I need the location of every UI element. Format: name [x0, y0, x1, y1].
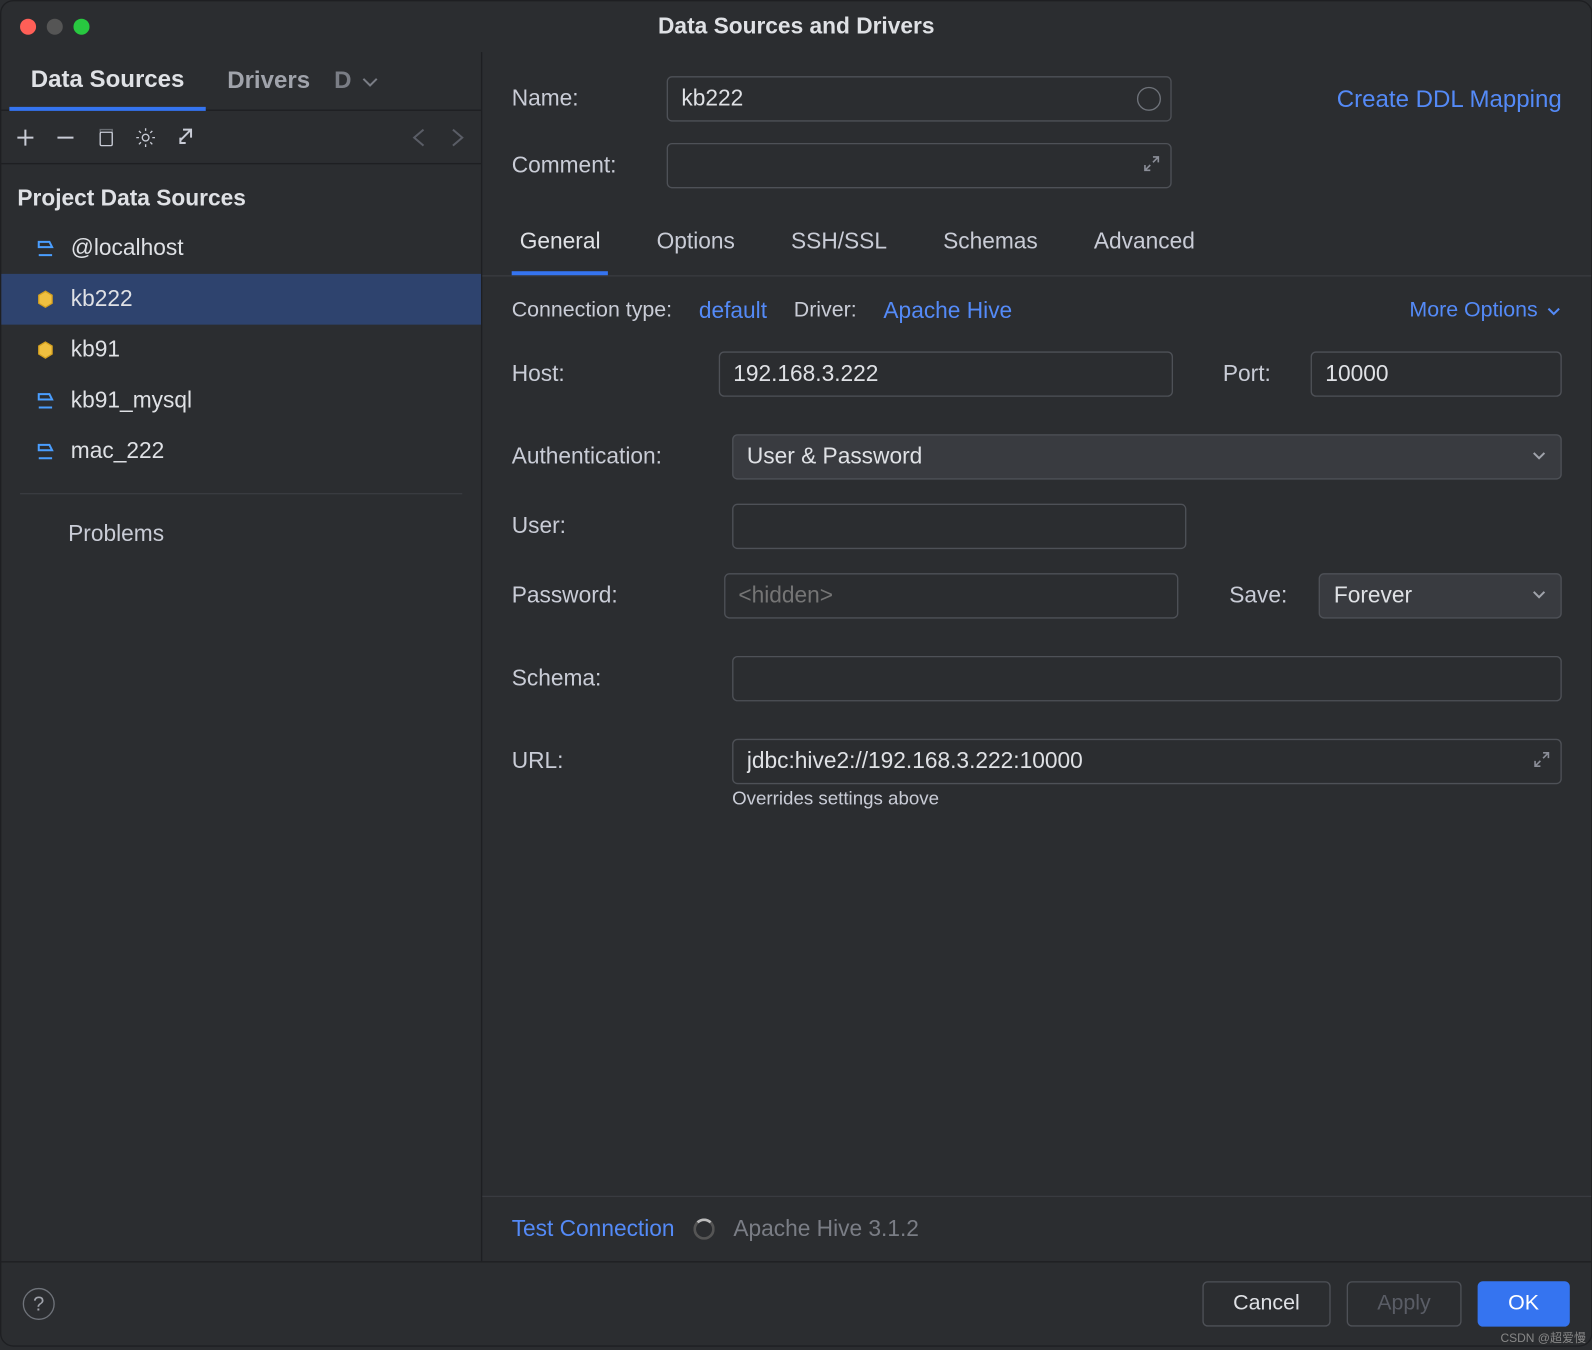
hive-icon — [33, 338, 57, 362]
tab-more-letter: D — [334, 67, 351, 95]
sidebar: Data Sources Drivers D Project Data Sour… — [1, 52, 482, 1261]
window-title: Data Sources and Drivers — [658, 13, 934, 40]
driver-link[interactable]: Apache Hive — [883, 298, 1012, 325]
tree-item-label: kb91 — [71, 337, 120, 364]
tab-general[interactable]: General — [512, 215, 609, 275]
tab-options[interactable]: Options — [649, 215, 743, 275]
url-input[interactable] — [732, 739, 1562, 784]
more-options-link[interactable]: More Options — [1409, 299, 1561, 323]
database-icon — [33, 440, 57, 464]
connection-type-link[interactable]: default — [699, 298, 767, 325]
tab-advanced[interactable]: Advanced — [1086, 215, 1203, 275]
settings-button[interactable] — [135, 126, 156, 147]
auth-label: Authentication: — [512, 444, 732, 471]
user-input[interactable] — [732, 504, 1186, 549]
nav-back-button[interactable] — [409, 126, 430, 147]
driver-label: Driver: — [794, 299, 857, 323]
database-icon — [33, 236, 57, 260]
driver-version: Apache Hive 3.1.2 — [733, 1216, 919, 1243]
dialog-footer: ? Cancel Apply OK — [1, 1261, 1591, 1345]
help-button[interactable]: ? — [23, 1288, 55, 1320]
password-label: Password: — [512, 582, 724, 609]
chevron-down-icon — [360, 70, 381, 91]
url-label: URL: — [512, 748, 732, 775]
problems-section[interactable]: Problems — [1, 510, 481, 558]
remove-button[interactable] — [55, 126, 76, 147]
host-label: Host: — [512, 361, 719, 388]
color-circle-icon[interactable] — [1137, 87, 1161, 111]
comment-label: Comment: — [512, 152, 646, 179]
name-input[interactable] — [667, 76, 1172, 121]
watermark: CSDN @超爱慢 — [1500, 1329, 1586, 1346]
window-controls — [20, 19, 89, 35]
tree-item-kb91[interactable]: kb91 — [1, 325, 481, 376]
form-header: Name: Create DDL Mapping Comment: — [482, 52, 1591, 215]
ok-button[interactable]: OK — [1477, 1281, 1569, 1326]
expand-icon[interactable] — [1532, 747, 1551, 775]
user-label: User: — [512, 513, 732, 540]
save-label: Save: — [1229, 582, 1319, 609]
chevron-down-icon — [1531, 582, 1547, 609]
tree-item-mac222[interactable]: mac_222 — [1, 426, 481, 477]
tab-more[interactable]: D — [334, 67, 381, 95]
port-input[interactable] — [1311, 351, 1562, 396]
titlebar: Data Sources and Drivers — [1, 1, 1591, 52]
create-ddl-link[interactable]: Create DDL Mapping — [1337, 85, 1562, 113]
sidebar-tabs: Data Sources Drivers D — [1, 52, 481, 111]
tab-ssh-ssl[interactable]: SSH/SSL — [783, 215, 895, 275]
cancel-button[interactable]: Cancel — [1202, 1281, 1330, 1326]
tab-data-sources[interactable]: Data Sources — [9, 51, 205, 110]
save-select[interactable]: Forever — [1319, 573, 1562, 618]
schema-input[interactable] — [732, 656, 1562, 701]
tree-item-kb91-mysql[interactable]: kb91_mysql — [1, 375, 481, 426]
tab-drivers[interactable]: Drivers — [206, 53, 332, 108]
connection-type-label: Connection type: — [512, 299, 672, 323]
tree-item-label: kb91_mysql — [71, 387, 192, 414]
url-note: Overrides settings above — [732, 787, 1562, 808]
close-window-icon[interactable] — [20, 19, 36, 35]
tree-item-localhost[interactable]: @localhost — [1, 223, 481, 274]
zoom-window-icon[interactable] — [73, 19, 89, 35]
password-input[interactable] — [724, 573, 1178, 618]
port-label: Port: — [1223, 361, 1311, 388]
general-tab-content: Connection type: default Driver: Apache … — [482, 277, 1591, 1196]
spinner-icon — [693, 1218, 714, 1239]
schema-label: Schema: — [512, 665, 732, 692]
tree-item-label: @localhost — [71, 235, 184, 262]
section-label: Project Data Sources — [1, 164, 481, 223]
auth-select[interactable]: User & Password — [732, 434, 1562, 479]
tree-item-label: mac_222 — [71, 438, 164, 465]
dialog-window: Data Sources and Drivers Data Sources Dr… — [0, 0, 1592, 1347]
tree-item-label: kb222 — [71, 286, 133, 313]
tree-item-kb222[interactable]: kb222 — [1, 274, 481, 325]
chevron-down-icon — [1546, 303, 1562, 319]
sidebar-toolbar — [1, 111, 481, 164]
apply-button[interactable]: Apply — [1346, 1281, 1461, 1326]
name-label: Name: — [512, 86, 646, 113]
comment-input[interactable] — [667, 143, 1172, 188]
hive-icon — [33, 287, 57, 311]
chevron-down-icon — [1531, 444, 1547, 471]
make-global-button[interactable] — [175, 126, 196, 147]
host-input[interactable] — [718, 351, 1172, 396]
database-icon — [33, 389, 57, 413]
test-connection-bar: Test Connection Apache Hive 3.1.2 — [482, 1196, 1591, 1261]
main-panel: Name: Create DDL Mapping Comment: — [482, 52, 1591, 1261]
dialog-body: Data Sources Drivers D Project Data Sour… — [1, 52, 1591, 1261]
copy-button[interactable] — [95, 126, 116, 147]
expand-icon[interactable] — [1142, 152, 1161, 180]
content-tabs: General Options SSH/SSL Schemas Advanced — [482, 215, 1591, 276]
add-button[interactable] — [15, 126, 36, 147]
nav-forward-button[interactable] — [446, 126, 467, 147]
tab-schemas[interactable]: Schemas — [935, 215, 1046, 275]
divider — [20, 493, 462, 494]
test-connection-link[interactable]: Test Connection — [512, 1216, 675, 1243]
minimize-window-icon[interactable] — [47, 19, 63, 35]
